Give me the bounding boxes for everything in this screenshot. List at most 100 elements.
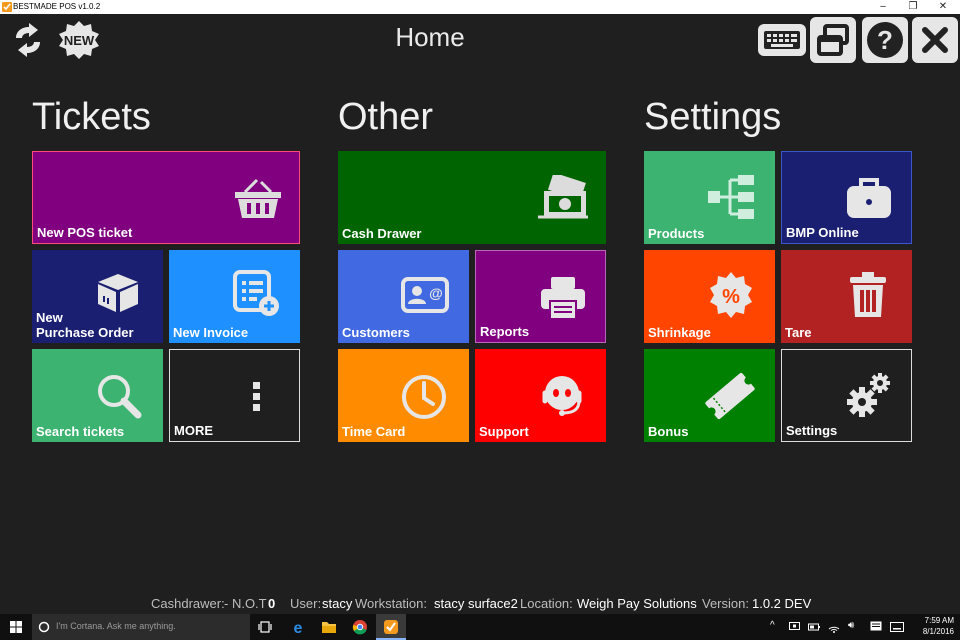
tile-time-card[interactable]: Time Card: [338, 349, 469, 442]
svg-text:?: ?: [877, 25, 893, 55]
contact-card-icon: @: [401, 277, 449, 313]
clock-time[interactable]: 7:59 AM: [925, 616, 954, 625]
svg-text:@: @: [429, 285, 443, 301]
user-label: User:: [290, 596, 322, 611]
task-view-icon[interactable]: [258, 621, 272, 633]
tile-label: New Purchase Order: [36, 310, 134, 340]
tile-reports[interactable]: Reports: [475, 250, 606, 343]
action-center-icon[interactable]: [870, 621, 882, 633]
tile-bonus[interactable]: Bonus: [644, 349, 775, 442]
app-logo-icon: [2, 2, 12, 12]
tile-label: Cash Drawer: [342, 226, 422, 241]
tile-label: Reports: [480, 324, 530, 339]
workstation-value: stacy surface2: [434, 596, 518, 611]
window-titlebar: BESTMADE POS v1.0.2 – ❐ ✕: [0, 0, 960, 14]
clock-date[interactable]: 8/1/2016: [923, 627, 954, 636]
bestmade-pos-taskbar-item[interactable]: [376, 614, 406, 640]
tile-label: Customers: [342, 325, 410, 340]
tile-tare[interactable]: Tare: [781, 250, 912, 343]
cortana-placeholder: I'm Cortana. Ask me anything.: [56, 621, 176, 631]
trash-icon: [850, 272, 886, 317]
new-badge-button[interactable]: NEW: [56, 20, 102, 60]
close-icon: [922, 27, 948, 53]
tile-label: Settings: [786, 423, 838, 438]
magnifier-icon: [98, 375, 142, 419]
wifi-icon[interactable]: [828, 621, 840, 633]
cash-icon: [538, 175, 588, 219]
keyboard-button[interactable]: [758, 24, 806, 56]
cortana-search-box[interactable]: I'm Cortana. Ask me anything.: [32, 614, 250, 640]
edge-browser-icon[interactable]: e: [290, 619, 306, 635]
tray-monitor-icon[interactable]: [789, 622, 800, 632]
tile-label-line2: Purchase Order: [36, 325, 134, 340]
tile-label: New Invoice: [173, 325, 249, 340]
invoice-add-icon: [233, 270, 279, 316]
box-icon: [98, 274, 138, 312]
vertical-dots-icon: [253, 382, 260, 411]
tile-bmp-online[interactable]: BMP Online: [781, 151, 912, 244]
clock-icon: [402, 375, 446, 419]
switch-window-button[interactable]: [810, 17, 856, 63]
help-button[interactable]: ?: [862, 17, 908, 63]
touch-keyboard-icon[interactable]: [890, 622, 904, 632]
tile-label: Support: [479, 424, 529, 439]
tile-label: Time Card: [342, 424, 406, 439]
close-app-button[interactable]: [912, 17, 958, 63]
battery-icon[interactable]: [808, 622, 820, 632]
taskbar: I'm Cortana. Ask me anything. e ^ 🔊︎ 7:5…: [0, 614, 960, 640]
keyboard-icon: [764, 31, 800, 49]
tile-label: Products: [648, 226, 705, 241]
tile-new-invoice[interactable]: New Invoice: [169, 250, 300, 343]
tile-products[interactable]: Products: [644, 151, 775, 244]
restore-button[interactable]: ❐: [898, 0, 928, 14]
tile-settings[interactable]: Settings: [781, 349, 912, 442]
page-title: Home: [395, 22, 465, 52]
version-label: Version:: [702, 596, 749, 611]
window-title: BESTMADE POS v1.0.2: [13, 2, 101, 11]
tile-more[interactable]: MORE: [169, 349, 300, 442]
window-close-button[interactable]: ✕: [928, 0, 958, 14]
tile-label-line1: New: [36, 310, 63, 325]
printer-icon: [541, 277, 585, 320]
status-bar: Cashdrawer: - N.O.T 0 User: stacy Workst…: [0, 596, 960, 614]
hierarchy-icon: [708, 175, 754, 219]
headset-icon: [542, 376, 582, 416]
tile-label: BMP Online: [786, 225, 859, 240]
tile-customers[interactable]: @ Customers: [338, 250, 469, 343]
svg-text:%: %: [722, 286, 740, 308]
tray-chevron-icon[interactable]: ^: [770, 620, 775, 631]
volume-icon[interactable]: 🔊︎: [848, 620, 854, 631]
workstation-label: Workstation:: [355, 596, 428, 611]
tile-label: Tare: [785, 325, 812, 340]
tile-label: New POS ticket: [37, 225, 133, 240]
tile-support[interactable]: Support: [475, 349, 606, 442]
tile-new-pos-ticket[interactable]: New POS ticket: [32, 151, 300, 244]
tile-cash-drawer[interactable]: Cash Drawer: [338, 151, 606, 244]
tile-new-purchase-order[interactable]: New Purchase Order: [32, 250, 163, 343]
user-value: stacy: [322, 596, 353, 611]
svg-text:e: e: [294, 620, 303, 635]
tile-label: MORE: [174, 423, 213, 438]
version-value: 1.0.2 DEV: [752, 596, 812, 611]
tile-label: Shrinkage: [648, 325, 711, 340]
tile-shrinkage[interactable]: % Shrinkage: [644, 250, 775, 343]
tile-label: Bonus: [648, 424, 689, 439]
help-icon: ?: [867, 22, 903, 58]
ticket-icon: [705, 372, 755, 420]
app-header: NEW Home ?: [0, 14, 960, 66]
windows-start-icon[interactable]: [10, 621, 22, 633]
briefcase-icon: [847, 178, 891, 218]
chrome-icon[interactable]: [352, 619, 368, 635]
file-explorer-icon[interactable]: [321, 620, 337, 634]
cortana-icon: [38, 621, 50, 633]
minimize-button[interactable]: –: [868, 0, 898, 14]
refresh-icon[interactable]: [10, 22, 46, 58]
section-title-tickets: Tickets: [32, 96, 151, 138]
cashdrawer-value: - N.O.T: [224, 596, 267, 611]
cashdrawer-label: Cashdrawer:: [151, 596, 225, 611]
cashdrawer-count: 0: [268, 596, 276, 611]
section-title-settings: Settings: [644, 96, 782, 138]
tile-search-tickets[interactable]: Search tickets: [32, 349, 163, 442]
tile-label: Search tickets: [36, 424, 125, 439]
section-title-other: Other: [338, 96, 434, 138]
